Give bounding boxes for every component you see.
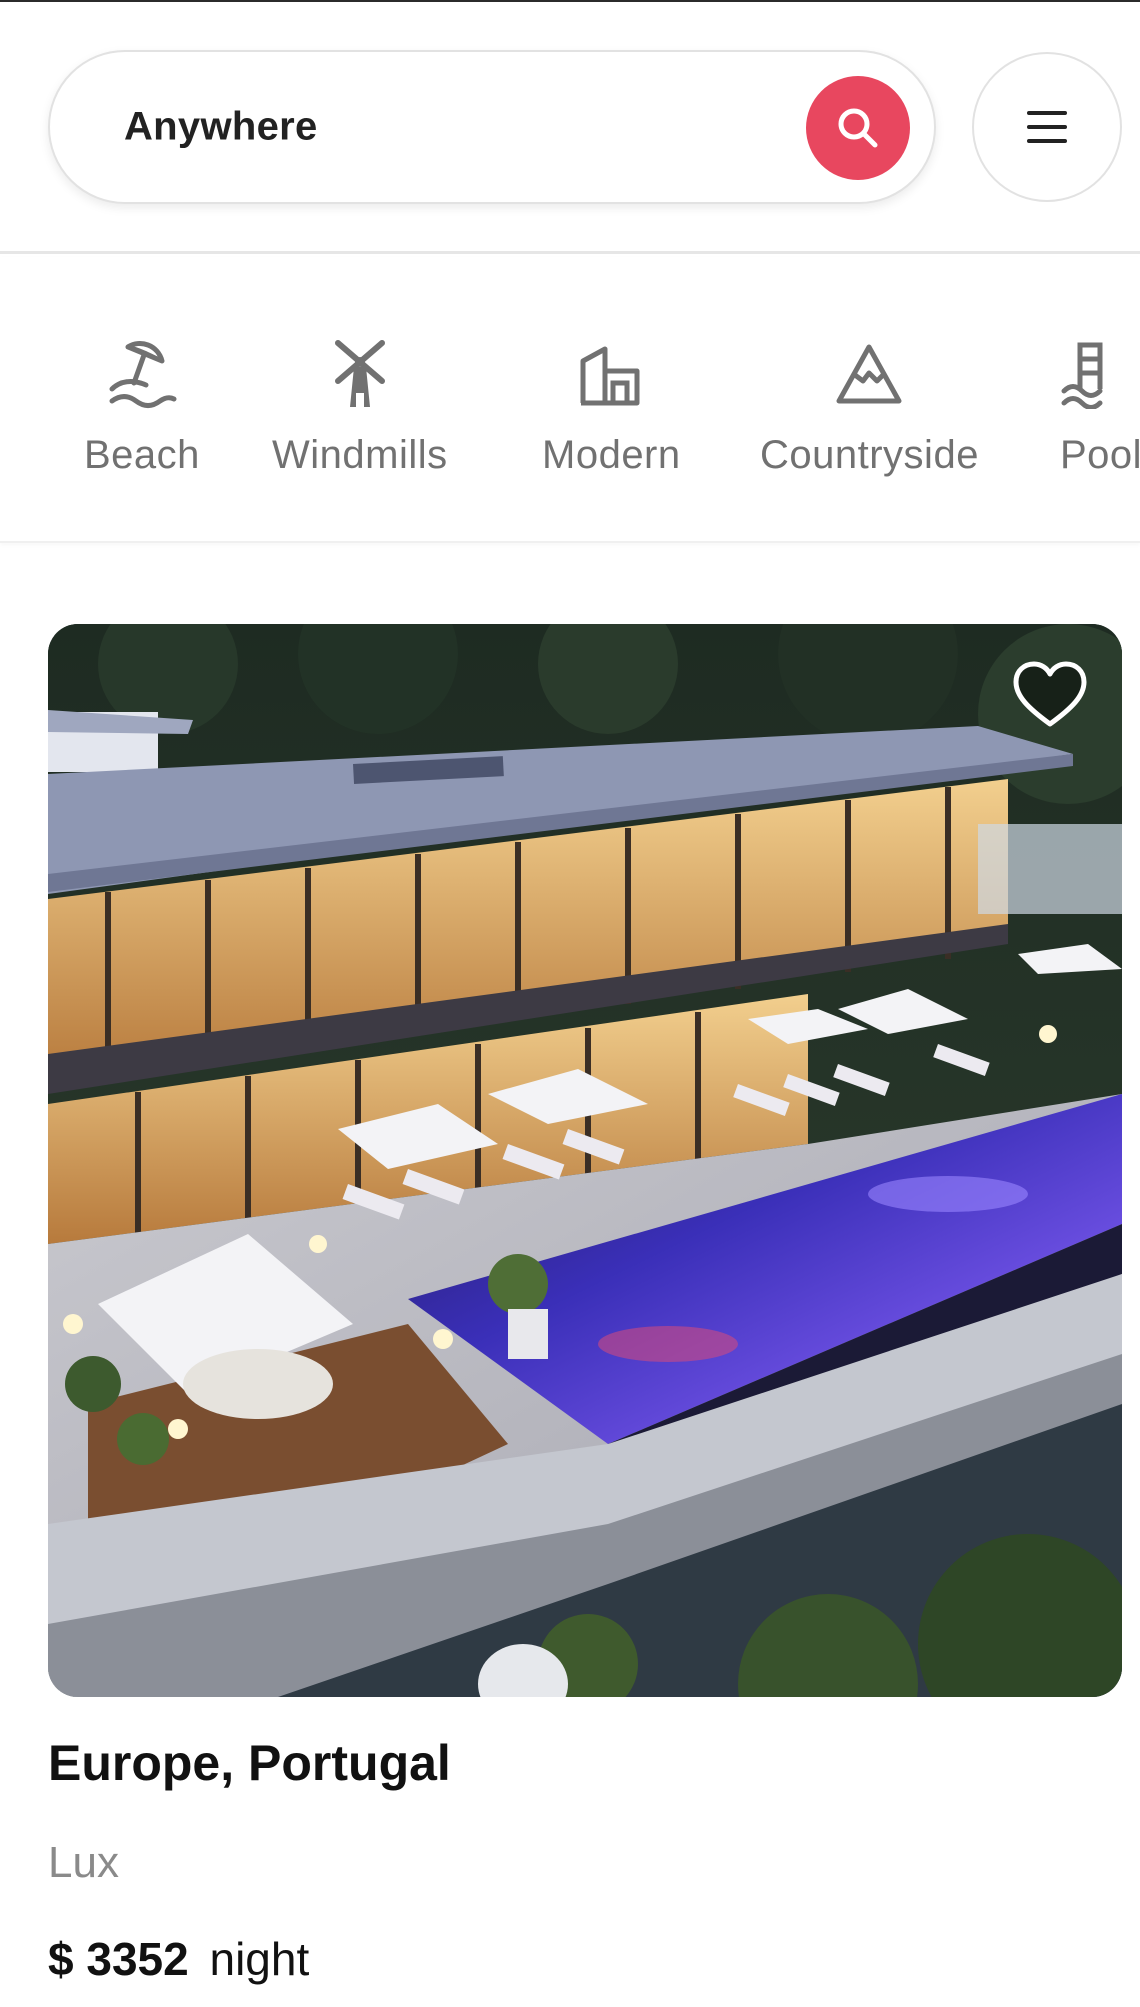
- price-unit: night: [209, 1933, 310, 1985]
- price-amount: $ 3352: [48, 1933, 189, 1985]
- category-label: Modern: [542, 433, 681, 477]
- category-label: Beach: [84, 433, 200, 477]
- category-label: Windmills: [272, 433, 448, 477]
- search-location-text: Anywhere: [124, 104, 318, 149]
- modern-house-icon: [580, 346, 640, 406]
- search-bar[interactable]: Anywhere: [48, 50, 936, 204]
- listing-image: [48, 624, 1122, 1697]
- mountain-icon: [836, 344, 902, 404]
- hamburger-menu-icon: [1027, 111, 1067, 143]
- search-icon: [838, 108, 878, 148]
- category-beach[interactable]: Beach: [84, 337, 200, 478]
- windmill-icon: [334, 340, 385, 407]
- category-pools[interactable]: Pools: [1060, 337, 1140, 478]
- listing-title: Europe, Portugal: [48, 1735, 451, 1791]
- listing-category: Lux: [48, 1838, 119, 1887]
- listing-price: $ 3352 night: [48, 1932, 309, 1986]
- listing-photo[interactable]: [48, 624, 1122, 1697]
- heart-icon[interactable]: [1012, 660, 1088, 730]
- search-button[interactable]: [806, 76, 910, 180]
- category-label: Pools: [1060, 433, 1140, 477]
- category-bar: Beach Windmills Modern Countryside Poo: [0, 257, 1140, 543]
- beach-umbrella-icon: [109, 341, 177, 408]
- category-modern[interactable]: Modern: [542, 337, 681, 478]
- category-countryside[interactable]: Countryside: [760, 337, 979, 478]
- menu-button[interactable]: [972, 52, 1122, 202]
- pool-icon: [1061, 342, 1103, 409]
- header: Anywhere: [0, 2, 1140, 254]
- category-label: Countryside: [760, 433, 979, 477]
- category-windmills[interactable]: Windmills: [272, 337, 448, 478]
- page: Anywhere Beach Windmills Modern Countrys…: [0, 0, 1140, 2007]
